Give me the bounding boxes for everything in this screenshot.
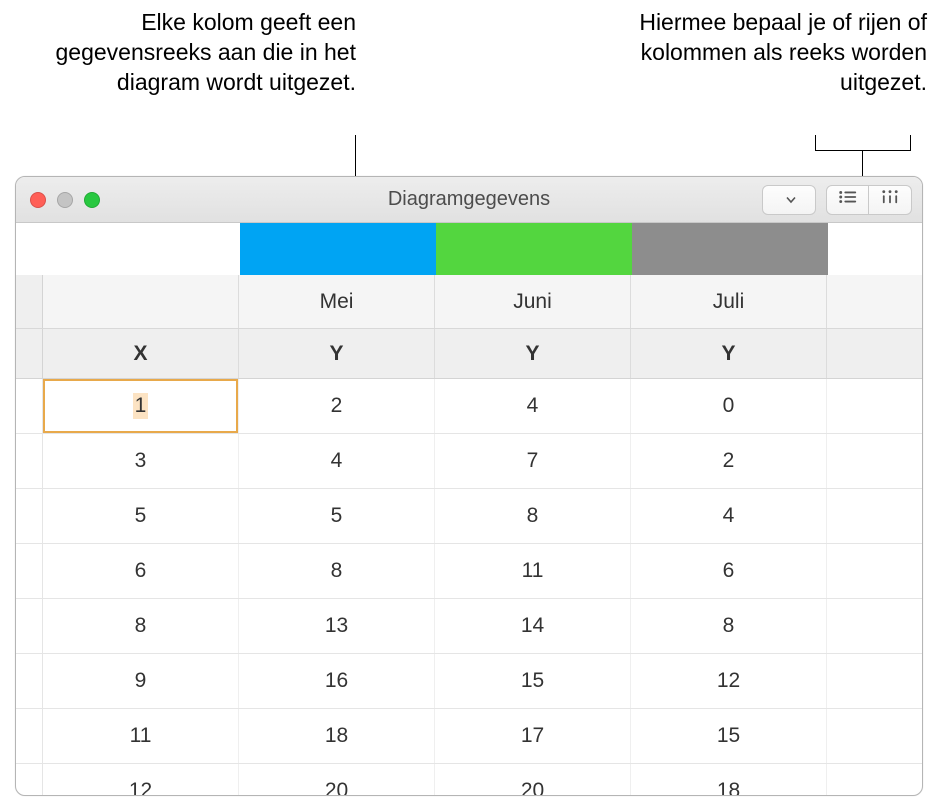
spacer <box>16 223 240 275</box>
callout-rows-columns-toggle: Hiermee bepaal je of rijen of kolommen a… <box>575 8 927 98</box>
gutter <box>16 599 43 653</box>
series-name-cell[interactable]: Juli <box>631 275 827 328</box>
gutter <box>16 764 43 796</box>
y-cell[interactable]: 2 <box>631 434 827 488</box>
callout-connector <box>910 135 911 151</box>
y-cell[interactable]: 17 <box>435 709 631 763</box>
close-button[interactable] <box>30 192 46 208</box>
toolbar-right <box>762 185 922 215</box>
minimize-button[interactable] <box>57 192 73 208</box>
series-color-swatch[interactable] <box>240 223 436 275</box>
series-name-cell[interactable]: Mei <box>239 275 435 328</box>
table-row: 5584 <box>16 489 922 544</box>
y-cell[interactable]: 12 <box>631 654 827 708</box>
gutter <box>16 434 43 488</box>
chart-data-window: Diagramgegevens <box>15 176 923 796</box>
y-cell[interactable]: 4 <box>435 379 631 433</box>
titlebar: Diagramgegevens <box>16 177 922 223</box>
axis-type-row: X Y Y Y <box>16 329 922 379</box>
y-cell[interactable]: 0 <box>631 379 827 433</box>
y-cell[interactable]: 2 <box>239 379 435 433</box>
plot-rows-button[interactable] <box>827 186 869 214</box>
y-cell[interactable]: 4 <box>239 434 435 488</box>
table-row: 11181715 <box>16 709 922 764</box>
table-row: 1240 <box>16 379 922 434</box>
y-cell[interactable]: 14 <box>435 599 631 653</box>
table-row: 68116 <box>16 544 922 599</box>
gutter <box>16 544 43 598</box>
table-row: 3472 <box>16 434 922 489</box>
callout-columns-series: Elke kolom geeft een gegevensreeks aan d… <box>8 8 356 98</box>
x-column-header[interactable]: X <box>43 329 239 378</box>
x-cell[interactable]: 1 <box>43 379 239 433</box>
y-cell[interactable]: 20 <box>239 764 435 796</box>
x-cell[interactable]: 12 <box>43 764 239 796</box>
y-cell[interactable]: 8 <box>435 489 631 543</box>
gutter <box>16 275 43 328</box>
plot-orientation-segmented <box>826 185 912 215</box>
columns-icon <box>880 189 900 210</box>
gutter <box>16 654 43 708</box>
y-cell[interactable]: 6 <box>631 544 827 598</box>
gutter <box>16 329 43 378</box>
gutter <box>16 379 43 433</box>
callout-connector <box>862 150 863 176</box>
y-cell[interactable]: 20 <box>435 764 631 796</box>
series-color-row <box>16 223 922 275</box>
table-row: 12202018 <box>16 764 922 796</box>
x-cell[interactable]: 11 <box>43 709 239 763</box>
traffic-lights <box>16 192 100 208</box>
y-column-header[interactable]: Y <box>631 329 827 378</box>
y-cell[interactable]: 15 <box>435 654 631 708</box>
table-row: 813148 <box>16 599 922 654</box>
y-cell[interactable]: 8 <box>631 599 827 653</box>
x-cell[interactable]: 5 <box>43 489 239 543</box>
y-cell[interactable]: 18 <box>631 764 827 796</box>
y-cell[interactable]: 4 <box>631 489 827 543</box>
gutter <box>16 489 43 543</box>
y-column-header[interactable]: Y <box>239 329 435 378</box>
gutter <box>16 709 43 763</box>
callout-connector <box>815 135 816 151</box>
x-cell[interactable]: 8 <box>43 599 239 653</box>
y-cell[interactable]: 8 <box>239 544 435 598</box>
x-cell[interactable]: 6 <box>43 544 239 598</box>
y-cell[interactable]: 15 <box>631 709 827 763</box>
series-name-row: Mei Juni Juli <box>16 275 922 329</box>
x-cell[interactable]: 3 <box>43 434 239 488</box>
zoom-button[interactable] <box>84 192 100 208</box>
y-column-header[interactable]: Y <box>435 329 631 378</box>
y-cell[interactable]: 13 <box>239 599 435 653</box>
y-cell[interactable]: 5 <box>239 489 435 543</box>
series-name-cell[interactable]: Juni <box>435 275 631 328</box>
callout-connector <box>815 150 911 151</box>
y-cell[interactable]: 18 <box>239 709 435 763</box>
x-cell[interactable]: 9 <box>43 654 239 708</box>
rows-icon <box>838 189 858 210</box>
data-grid: Mei Juni Juli X Y Y Y 124034725584681168… <box>16 223 922 796</box>
plot-columns-button[interactable] <box>869 186 911 214</box>
y-cell[interactable]: 7 <box>435 434 631 488</box>
series-color-swatch[interactable] <box>436 223 632 275</box>
y-cell[interactable]: 16 <box>239 654 435 708</box>
series-color-swatch[interactable] <box>632 223 828 275</box>
corner-cell <box>43 275 239 328</box>
table-row: 9161512 <box>16 654 922 709</box>
callout-connector <box>355 135 356 180</box>
chevron-down-icon <box>786 191 796 209</box>
y-cell[interactable]: 11 <box>435 544 631 598</box>
settings-menu-button[interactable] <box>762 185 816 215</box>
window-title: Diagramgegevens <box>388 188 550 211</box>
